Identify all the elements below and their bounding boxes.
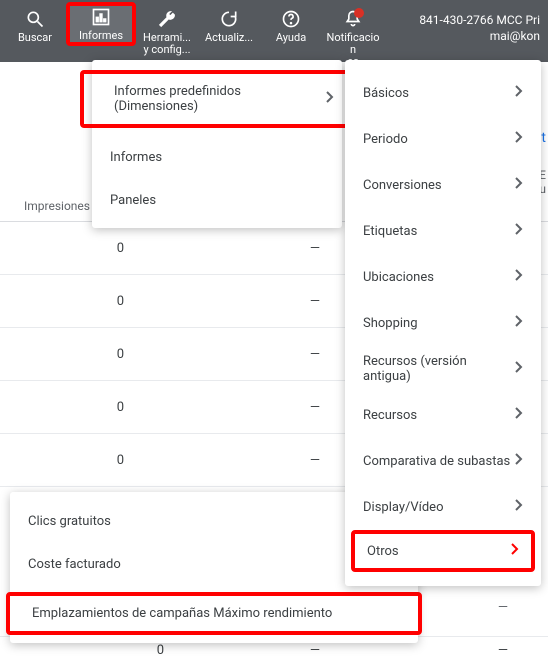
otros-item-emplazamientos[interactable]: Emplazamientos de campañas Máximo rendim… (6, 592, 422, 635)
toolbar-ayuda[interactable]: Ayuda (260, 6, 322, 44)
submenu-item-label: Ubicaciones (363, 270, 434, 285)
toolbar-herramientas[interactable]: Herrami... y config... (136, 6, 198, 56)
chevron-right-icon (515, 453, 523, 469)
account-id: 841-430-2766 MCC Pri (419, 12, 540, 28)
chevron-right-icon (515, 499, 523, 515)
toolbar-informes[interactable]: Informes (66, 2, 136, 46)
otros-item-label: Coste facturado (28, 557, 121, 572)
submenu-item-conversiones[interactable]: Conversiones (345, 162, 541, 208)
cell-impresiones: 0 (0, 241, 160, 256)
menu-item-label: Informes predefinidos (Dimensiones) (114, 84, 326, 114)
chevron-right-icon (515, 223, 523, 239)
cell-ctr: — (160, 294, 340, 309)
cell-impresiones: 0 (0, 347, 160, 362)
chevron-right-icon (511, 543, 519, 559)
submenu-item-label: Shopping (363, 316, 418, 331)
top-toolbar: Buscar Informes Herrami... y config... A… (0, 0, 548, 62)
toolbar-herramientas-sub: y config... (143, 44, 190, 56)
menu-item-label: Informes (110, 150, 162, 165)
cell-ctr: — (160, 400, 340, 415)
submenu-item-otros[interactable]: Otros (351, 530, 535, 572)
chevron-right-icon (515, 361, 523, 377)
submenu-item-ubicaciones[interactable]: Ubicaciones (345, 254, 541, 300)
toolbar-notificaciones-label: Notificacion (324, 32, 382, 56)
submenu-item-label: Comparativa de subastas (363, 454, 510, 469)
predefinidos-submenu: Básicos Periodo Conversiones Etiquetas U… (345, 60, 541, 586)
toolbar-actualizar-label: Actualiz... (205, 32, 253, 44)
submenu-item-label: Recursos (363, 408, 417, 423)
chevron-right-icon (515, 177, 523, 193)
account-info: 841-430-2766 MCC Pri mai@kon (419, 6, 544, 44)
help-icon (280, 8, 302, 30)
toolbar-notificaciones[interactable]: Notificacion es (322, 6, 384, 68)
submenu-item-label: Etiquetas (363, 224, 417, 239)
submenu-item-label: Básicos (363, 86, 409, 101)
search-icon (24, 8, 46, 30)
menu-item-paneles[interactable]: Paneles (92, 179, 342, 222)
account-email: mai@kon (419, 28, 540, 44)
cell-ctr: — (200, 643, 340, 658)
notification-dot-icon (354, 8, 364, 18)
submenu-item-recursos[interactable]: Recursos (345, 392, 541, 438)
toolbar-actualizar[interactable]: Actualiz... (198, 6, 260, 44)
cell-impresiones: 0 (0, 294, 160, 309)
submenu-item-etiquetas[interactable]: Etiquetas (345, 208, 541, 254)
submenu-item-recursos-antigua[interactable]: Recursos (versión antigua) (345, 346, 541, 392)
cell-dash: — (498, 600, 508, 615)
submenu-item-label: Recursos (versión antigua) (363, 354, 515, 384)
refresh-icon (218, 8, 240, 30)
submenu-item-periodo[interactable]: Periodo (345, 116, 541, 162)
menu-item-label: Paneles (110, 193, 156, 208)
toolbar-informes-label: Informes (79, 30, 123, 42)
otros-item-label: Emplazamientos de campañas Máximo rendim… (32, 606, 332, 621)
submenu-item-label: Display/Vídeo (363, 500, 444, 515)
chevron-right-icon (515, 315, 523, 331)
toolbar-ayuda-label: Ayuda (276, 32, 306, 44)
submenu-item-display-video[interactable]: Display/Vídeo (345, 484, 541, 530)
submenu-item-label: Otros (367, 544, 399, 559)
chevron-right-icon (515, 269, 523, 285)
cell-impresiones: 0 (0, 400, 160, 415)
cell-dash: — (498, 643, 508, 658)
submenu-item-label: Conversiones (363, 178, 442, 193)
submenu-item-shopping[interactable]: Shopping (345, 300, 541, 346)
menu-item-informes[interactable]: Informes (92, 136, 342, 179)
cell-ctr: — (160, 347, 340, 362)
otros-item-label: Clics gratuitos (28, 514, 111, 529)
chevron-right-icon (515, 85, 523, 101)
cell-ctr: — (160, 453, 340, 468)
menu-item-predefinidos[interactable]: Informes predefinidos (Dimensiones) (80, 70, 352, 128)
cell-impresiones: 0 (0, 643, 200, 658)
chevron-right-icon (326, 91, 334, 107)
submenu-item-label: Periodo (363, 132, 408, 147)
cell-impresiones: 0 (0, 453, 160, 468)
chevron-right-icon (515, 407, 523, 423)
submenu-item-basicos[interactable]: Básicos (345, 70, 541, 116)
toolbar-buscar-label: Buscar (18, 32, 52, 44)
submenu-item-comparativa[interactable]: Comparativa de subastas (345, 438, 541, 484)
reports-icon (90, 6, 112, 28)
toolbar-buscar[interactable]: Buscar (4, 6, 66, 44)
cell-ctr: — (160, 241, 340, 256)
informes-menu: Informes predefinidos (Dimensiones) Info… (92, 60, 342, 228)
wrench-icon (156, 8, 178, 30)
chevron-right-icon (515, 131, 523, 147)
